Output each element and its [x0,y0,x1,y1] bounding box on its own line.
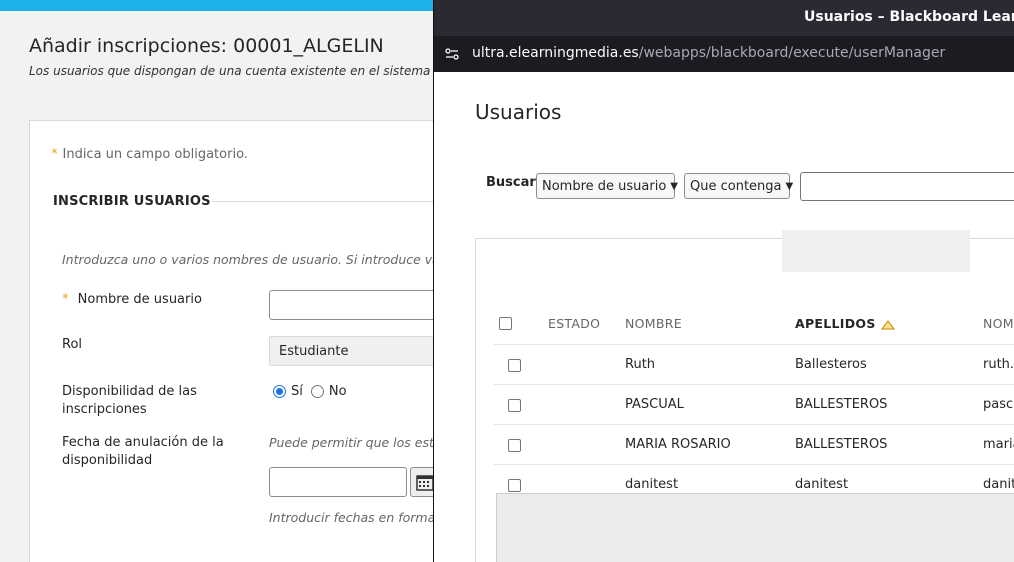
availability-yes-label: Sí [291,384,303,399]
search-operator-value: Que contenga [690,178,782,194]
search-field-select[interactable]: Nombre de usuario ▼ [536,173,678,199]
page-title: Añadir inscripciones: 00001_ALGELIN [29,35,384,57]
site-info-icon[interactable] [445,47,459,61]
cell-last-name: BALLESTEROS [795,397,888,412]
row-checkbox[interactable] [508,439,521,452]
enroll-form-panel: * Indica un campo obligatorio. INSCRIBIR … [29,120,440,562]
cancel-date-hint: Puede permitir que los estudi [269,435,440,450]
users-title: Usuarios [475,100,562,124]
user-picker-window: Usuarios – Blackboard Learn - G ultra.el… [433,0,1014,562]
users-page: Usuarios Buscar Nombre de usuario ▼ Que c… [434,72,1014,562]
cell-username: maria [983,437,1014,452]
section-divider [212,201,440,202]
cell-username: ruth.b [983,357,1014,372]
column-header-status[interactable]: ESTADO [548,316,600,331]
url-domain: ultra.elearningmedia.es [472,45,639,61]
cell-last-name: danitest [795,477,849,492]
chevron-down-icon: ▼ [785,180,794,192]
cell-first-name: Ruth [625,357,656,372]
date-format-hint: Introducir fechas en formato [269,510,440,525]
top-accent-bar [0,0,440,11]
cancel-date-label: Fecha de anulación de la disponibilidad [62,435,224,468]
sorted-column-header-bg [782,230,970,272]
chevron-down-icon: ▼ [670,180,678,192]
cancel-date-input[interactable] [269,467,407,497]
availability-radios: Sí No [273,384,355,399]
url-bar[interactable]: ultra.elearningmedia.es/webapps/blackboa… [434,36,1014,72]
row-checkbox[interactable] [508,479,521,492]
column-header-last-name-text: APELLIDOS [795,316,876,331]
row-checkbox[interactable] [508,359,521,372]
cell-last-name: BALLESTEROS [795,437,888,452]
screen: Añadir inscripciones: 00001_ALGELIN Los … [0,0,1014,562]
cell-username: pascu [983,397,1014,412]
row-checkbox[interactable] [508,399,521,412]
overlay-footer-panel [496,493,1014,562]
username-label: * Nombre de usuario [62,291,202,309]
username-input[interactable] [269,290,440,320]
required-note: * Indica un campo obligatorio. [51,147,248,162]
column-header-username[interactable]: NOM [983,316,1014,331]
calendar-icon [416,475,434,491]
cell-last-name: Ballesteros [795,357,867,372]
cell-first-name: PASCUAL [625,397,684,412]
username-label-text: Nombre de usuario [77,292,202,307]
row-divider [494,384,1014,385]
cell-first-name: danitest [625,477,679,492]
sort-ascending-icon [880,319,895,329]
search-label: Buscar [486,175,536,190]
row-divider [494,344,1014,345]
required-note-text: Indica un campo obligatorio. [62,147,248,162]
row-divider [494,464,1014,465]
search-operator-select[interactable]: Que contenga ▼ [684,173,793,199]
availability-label: Disponibilidad de las inscripciones [62,384,197,417]
url-path: /webapps/blackboard/execute/userManager [638,45,946,61]
cell-first-name: MARIA ROSARIO [625,437,731,452]
availability-no-label: No [328,384,347,399]
intro-text: Introduzca uno o varios nombres de usuar… [62,252,440,267]
required-star-icon: * [51,147,58,162]
required-star-icon: * [62,292,69,307]
section-heading: INSCRIBIR USUARIOS [53,194,211,209]
search-input[interactable] [800,172,1014,201]
select-all-checkbox[interactable] [499,317,512,330]
search-field-value: Nombre de usuario [542,178,667,194]
availability-no-radio[interactable] [310,385,324,398]
cell-username: danite [983,477,1014,492]
column-header-last-name[interactable]: APELLIDOS [795,316,895,331]
role-label: Rol [62,337,83,352]
column-header-first-name[interactable]: NOMBRE [625,316,682,331]
enrollment-page: Añadir inscripciones: 00001_ALGELIN Los … [0,11,440,562]
row-divider [494,424,1014,425]
window-titlebar[interactable]: Usuarios – Blackboard Learn - G [434,0,1014,36]
window-title: Usuarios – Blackboard Learn - G [804,9,1014,25]
page-subtitle: Los usuarios que dispongan de una cuenta… [29,64,440,78]
url-text[interactable]: ultra.elearningmedia.es/webapps/blackboa… [472,45,945,61]
availability-yes-radio[interactable] [273,385,286,398]
role-select[interactable]: Estudiante [269,336,440,366]
